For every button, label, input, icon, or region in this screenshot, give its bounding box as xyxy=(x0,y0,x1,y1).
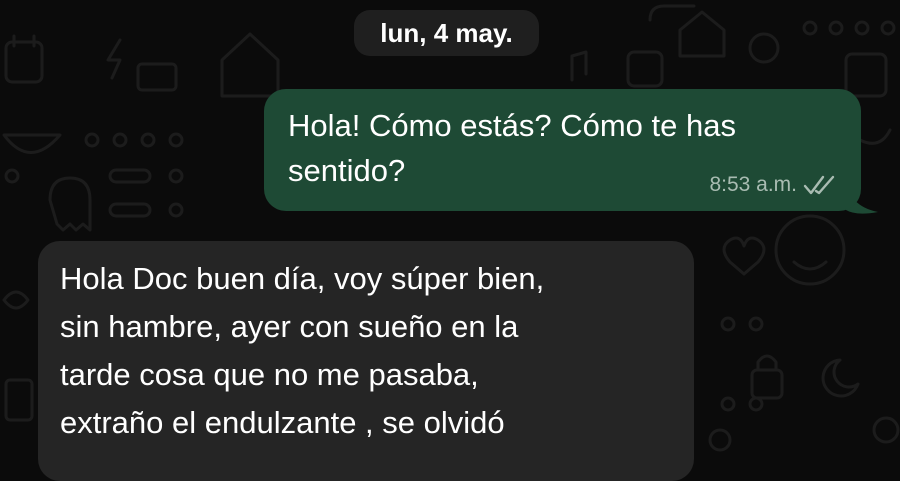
incoming-message-text: Hola Doc buen día, voy súper bien, sin h… xyxy=(60,255,690,447)
plus-tile-doodle-icon xyxy=(626,50,664,88)
calendar-doodle-icon xyxy=(844,52,888,98)
calendar-doodle-icon xyxy=(4,40,44,84)
outgoing-message-bubble[interactable]: Hola! Cómo estás? Cómo te has sentido? 8… xyxy=(264,89,861,211)
smiley-doodle-icon xyxy=(774,214,846,286)
heart-doodle-icon xyxy=(722,236,766,276)
message-time: 8:53 a.m. xyxy=(709,173,797,196)
moon-doodle-icon xyxy=(821,358,860,398)
date-separator: lun, 4 may. xyxy=(354,10,539,56)
music-doodle-icon xyxy=(570,50,588,82)
drop-doodle-icon xyxy=(2,290,30,310)
message-line: tarde cosa que no me pasaba, xyxy=(60,357,479,392)
house-doodle-icon xyxy=(678,10,726,58)
date-separator-label: lun, 4 may. xyxy=(380,17,513,48)
double-check-icon xyxy=(803,175,835,195)
message-line: Hola! Cómo estás? Cómo te has xyxy=(288,108,736,143)
message-line: sin hambre, ayer con sueño en la xyxy=(60,309,519,344)
ghost-doodle-icon xyxy=(48,176,92,232)
message-meta: 8:53 a.m. xyxy=(709,173,839,197)
message-line: extraño el endulzante , se olvidó xyxy=(60,405,505,440)
message-line: Hola Doc buen día, voy súper bien, xyxy=(60,261,545,296)
bolt-doodle-icon xyxy=(106,38,122,80)
watermelon-doodle-icon xyxy=(2,133,62,154)
lock-doodle-icon xyxy=(750,368,784,400)
incoming-message-bubble[interactable]: Hola Doc buen día, voy súper bien, sin h… xyxy=(38,241,694,481)
camera-doodle-icon xyxy=(136,62,178,92)
hut-doodle-icon xyxy=(220,32,280,98)
